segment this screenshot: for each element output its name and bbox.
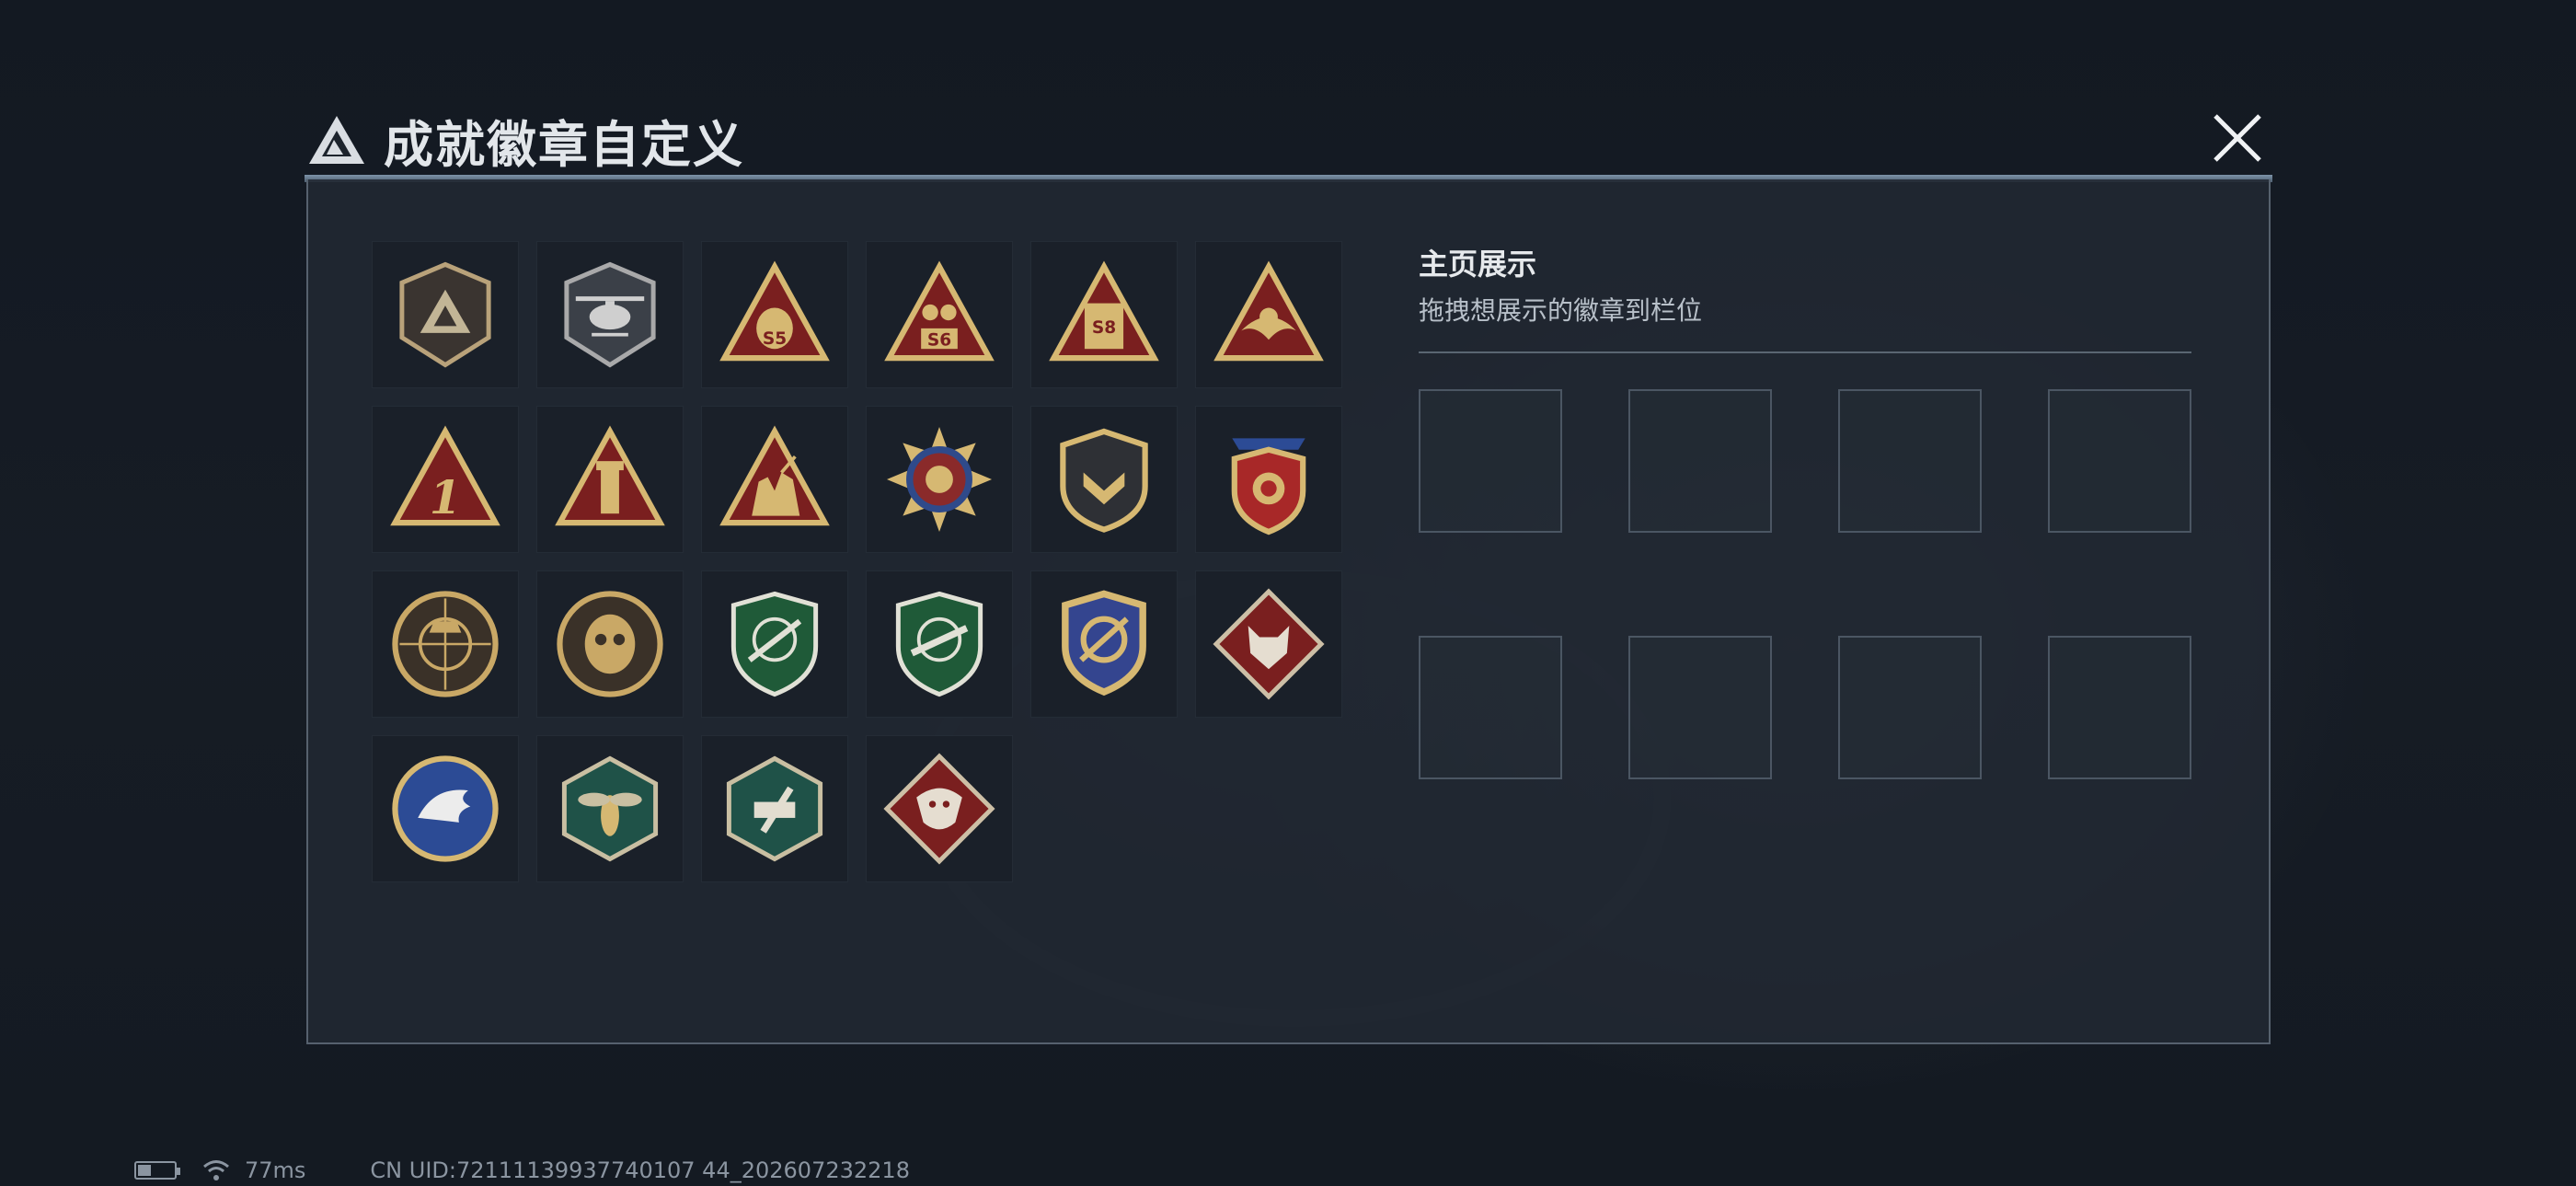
wasp-hexagon-badge-icon <box>561 755 659 862</box>
showcase-slots <box>1419 389 2191 779</box>
dialog-title: 成就徽章自定义 <box>384 115 744 174</box>
delta-logo-icon <box>309 116 364 164</box>
royal-shield-badge-icon <box>1231 438 1306 535</box>
badge-s6[interactable]: S6 <box>866 241 1013 388</box>
badge-s8[interactable]: S8 <box>1030 241 1178 388</box>
helicopter-badge-icon <box>564 261 656 368</box>
showcase-slot[interactable] <box>1838 636 1982 779</box>
battery-icon <box>134 1161 180 1180</box>
showcase-divider <box>1419 351 2191 353</box>
badge-wasp-hexagon[interactable] <box>536 735 684 882</box>
badge-grid: S5 S6 S8 1 <box>372 241 1342 882</box>
dialog-title-bar: 成就徽章自定义 <box>306 103 744 177</box>
badge-dragon-diamond[interactable] <box>866 735 1013 882</box>
badge-green-rifle-shield[interactable] <box>866 570 1013 718</box>
status-bar: 77ms CN UID:72111139937740107 44_2026072… <box>134 1157 910 1183</box>
badge-wolf-diamond[interactable] <box>1195 570 1342 718</box>
dark-shield-badge-icon <box>1060 428 1148 533</box>
badge-sniper-circle[interactable] <box>372 570 519 718</box>
s5-label: S5 <box>763 329 787 349</box>
showcase-slot[interactable] <box>2048 389 2191 533</box>
tower-badge-icon <box>555 425 665 526</box>
rank-one-label: 1 <box>430 470 462 524</box>
badge-rank-one[interactable]: 1 <box>372 406 519 553</box>
s8-badge-icon: S8 <box>1049 260 1159 362</box>
showcase-slot[interactable] <box>1419 389 1562 533</box>
s5-badge-icon: S5 <box>719 260 830 362</box>
showcase-slot[interactable] <box>1419 636 1562 779</box>
showcase-subtitle: 拖拽想展示的徽章到栏位 <box>1419 295 1703 326</box>
badge-gold-blue-shield[interactable] <box>1030 570 1178 718</box>
showcase-title: 主页展示 <box>1419 247 1537 282</box>
showcase-slot[interactable] <box>2048 636 2191 779</box>
showcase-slot[interactable] <box>1838 389 1982 533</box>
showcase-slot[interactable] <box>1628 389 1772 533</box>
badge-s5[interactable]: S5 <box>701 241 848 388</box>
badge-dark-shield[interactable] <box>1030 406 1178 553</box>
badge-tower[interactable] <box>536 406 684 553</box>
s6-label: S6 <box>927 330 951 350</box>
showcase-slot[interactable] <box>1628 636 1772 779</box>
badge-soldiers[interactable] <box>701 406 848 553</box>
tool-hexagon-badge-icon <box>726 755 823 862</box>
green-rifle-shield-badge-icon <box>895 591 983 697</box>
badge-green-sniper-shield[interactable] <box>701 570 848 718</box>
badge-helicopter[interactable] <box>536 241 684 388</box>
eagle-triangle-badge-icon <box>1213 260 1324 362</box>
s6-badge-icon: S6 <box>884 260 995 362</box>
wifi-icon <box>203 1160 229 1180</box>
wolf-diamond-badge-icon <box>1213 588 1325 700</box>
badge-tool-hexagon[interactable] <box>701 735 848 882</box>
soldiers-badge-icon <box>719 425 830 526</box>
masked-circle-badge-icon <box>557 591 663 697</box>
uid-text: CN UID:72111139937740107 44_202607232218 <box>370 1157 910 1183</box>
ping-value: 77ms <box>245 1157 306 1183</box>
delta-shield-badge-icon <box>399 261 491 368</box>
homepage-showcase: 主页展示 拖拽想展示的徽章到栏位 <box>1419 241 2191 353</box>
badge-royal-shield[interactable] <box>1195 406 1342 553</box>
close-icon <box>2214 114 2261 162</box>
gold-blue-shield-badge-icon <box>1062 590 1146 697</box>
badge-masked-circle[interactable] <box>536 570 684 718</box>
sniper-circle-badge-icon <box>392 591 499 697</box>
close-button[interactable] <box>2202 103 2272 173</box>
dragon-diamond-badge-icon <box>883 753 995 865</box>
rank-one-badge-icon: 1 <box>390 425 500 526</box>
badge-eagle-triangle[interactable] <box>1195 241 1342 388</box>
s8-label: S8 <box>1092 318 1116 338</box>
green-sniper-shield-badge-icon <box>730 591 819 697</box>
eagle-circle-badge-icon <box>392 755 499 862</box>
star-medal-badge-icon <box>886 426 993 533</box>
badge-star-medal[interactable] <box>866 406 1013 553</box>
badge-eagle-circle[interactable] <box>372 735 519 882</box>
badge-delta-shield[interactable] <box>372 241 519 388</box>
